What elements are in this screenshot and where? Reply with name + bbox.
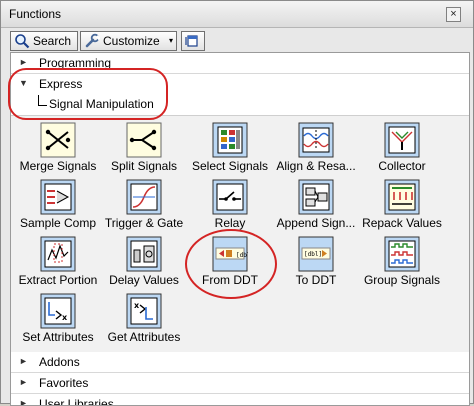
- customize-button[interactable]: Customize ▾: [80, 31, 177, 51]
- close-button[interactable]: ×: [446, 7, 461, 22]
- function-item-sample-compression[interactable]: Sample Comp: [15, 177, 101, 233]
- function-item-label: Group Signals: [363, 273, 441, 287]
- function-item-align-resample[interactable]: Align & Resa...: [273, 120, 359, 176]
- title-bar: Functions ×: [1, 1, 473, 28]
- align-resample-icon: [298, 122, 334, 158]
- select-signals-icon: [212, 122, 248, 158]
- function-item-relay[interactable]: Relay: [187, 177, 273, 233]
- svg-text:x: x: [62, 313, 68, 322]
- expand-arrow-icon: ►: [19, 377, 28, 387]
- relay-icon: [212, 179, 248, 215]
- function-item-merge-signals[interactable]: Merge Signals: [15, 120, 101, 176]
- extract-portion-icon: [40, 236, 76, 272]
- merge-signals-icon: [40, 122, 76, 158]
- append-signals-icon: [298, 179, 334, 215]
- function-item-label: Set Attributes: [22, 330, 94, 344]
- category-favorites[interactable]: ► Favorites: [11, 373, 469, 394]
- function-item-label: Collector: [378, 159, 426, 173]
- function-item-label: Align & Resa...: [276, 159, 356, 173]
- palette-list: ► Programming ▼ Express Signal Manipulat…: [10, 52, 470, 406]
- function-item-label: Select Signals: [191, 159, 269, 173]
- svg-text:[dbl]: [dbl]: [236, 252, 248, 259]
- function-item-label: Split Signals: [110, 159, 178, 173]
- function-item-label: From DDT: [202, 273, 258, 287]
- customize-label: Customize: [103, 34, 160, 48]
- function-item-extract-portion[interactable]: Extract Portion: [15, 234, 101, 290]
- function-item-group-signals[interactable]: Group Signals: [359, 234, 445, 290]
- category-label: Favorites: [39, 376, 89, 390]
- function-item-collector[interactable]: Collector: [359, 120, 445, 176]
- window-title: Functions: [9, 7, 62, 21]
- function-item-repack-values[interactable]: Repack Values: [359, 177, 445, 233]
- wrench-icon: [84, 33, 101, 49]
- function-item-label: Get Attributes: [107, 330, 181, 344]
- repack-values-icon: [384, 179, 420, 215]
- category-programming[interactable]: ► Programming: [11, 53, 469, 74]
- function-item-delay-values[interactable]: Delay Values: [101, 234, 187, 290]
- function-item-trigger-gate[interactable]: Trigger & Gate: [101, 177, 187, 233]
- category-addons[interactable]: ► Addons: [11, 352, 469, 373]
- collapse-arrow-icon: ▼: [19, 78, 28, 88]
- set-attributes-icon: x: [40, 293, 76, 329]
- chevron-down-icon: ▾: [168, 36, 173, 45]
- subcategory-signal-manipulation[interactable]: Signal Manipulation: [11, 94, 469, 114]
- function-item-split-signals[interactable]: Split Signals: [101, 120, 187, 176]
- category-label: Express: [39, 77, 83, 91]
- svg-text:[dbl]: [dbl]: [304, 251, 322, 258]
- function-grid: Merge Signals Split Signals Select Signals…: [11, 115, 469, 353]
- function-item-label: Relay: [214, 216, 246, 230]
- function-item-label: Append Sign...: [276, 216, 356, 230]
- function-item-label: Merge Signals: [19, 159, 97, 173]
- tree-connector-icon: [38, 95, 47, 106]
- expand-arrow-icon: ►: [19, 398, 28, 406]
- delay-values-icon: [126, 236, 162, 272]
- function-item-label: Trigger & Gate: [104, 216, 184, 230]
- svg-text:x: x: [134, 301, 140, 310]
- magnifier-icon: [14, 33, 30, 49]
- function-item-label: Sample Comp: [19, 216, 97, 230]
- search-label: Search: [33, 34, 72, 48]
- function-item-get-attributes[interactable]: x Get Attributes: [101, 291, 187, 347]
- to-ddt-icon: [dbl]: [298, 236, 334, 272]
- category-express[interactable]: ▼ Express: [11, 74, 469, 94]
- function-item-label: Extract Portion: [18, 273, 98, 287]
- palette-toolbar: Search Customize ▾: [10, 31, 468, 51]
- function-item-from-ddt[interactable]: [dbl] From DDT: [187, 234, 273, 290]
- category-label: Programming: [39, 56, 112, 70]
- function-item-label: Delay Values: [109, 273, 179, 287]
- functions-palette-window: Functions × Search Customize ▾ ► Program…: [0, 0, 474, 406]
- collector-icon: [384, 122, 420, 158]
- group-signals-icon: [384, 236, 420, 272]
- get-attributes-icon: x: [126, 293, 162, 329]
- window-pin-icon: [184, 33, 200, 49]
- search-button[interactable]: Search: [10, 31, 78, 51]
- function-item-label: To DDT: [295, 273, 337, 287]
- expand-arrow-icon: ►: [19, 356, 28, 366]
- function-item-set-attributes[interactable]: x Set Attributes: [15, 291, 101, 347]
- subcategory-label: Signal Manipulation: [49, 97, 154, 111]
- split-signals-icon: [126, 122, 162, 158]
- pin-palette-button[interactable]: [181, 31, 205, 51]
- category-user-libraries[interactable]: ► User Libraries: [11, 394, 469, 406]
- expand-arrow-icon: ►: [19, 57, 28, 67]
- category-label: User Libraries: [39, 397, 114, 406]
- from-ddt-icon: [dbl]: [212, 236, 248, 272]
- sample-compression-icon: [40, 179, 76, 215]
- function-item-append-signals[interactable]: Append Sign...: [273, 177, 359, 233]
- function-item-select-signals[interactable]: Select Signals: [187, 120, 273, 176]
- trigger-gate-icon: [126, 179, 162, 215]
- function-item-label: Repack Values: [362, 216, 442, 230]
- function-item-to-ddt[interactable]: [dbl] To DDT: [273, 234, 359, 290]
- category-label: Addons: [39, 355, 80, 369]
